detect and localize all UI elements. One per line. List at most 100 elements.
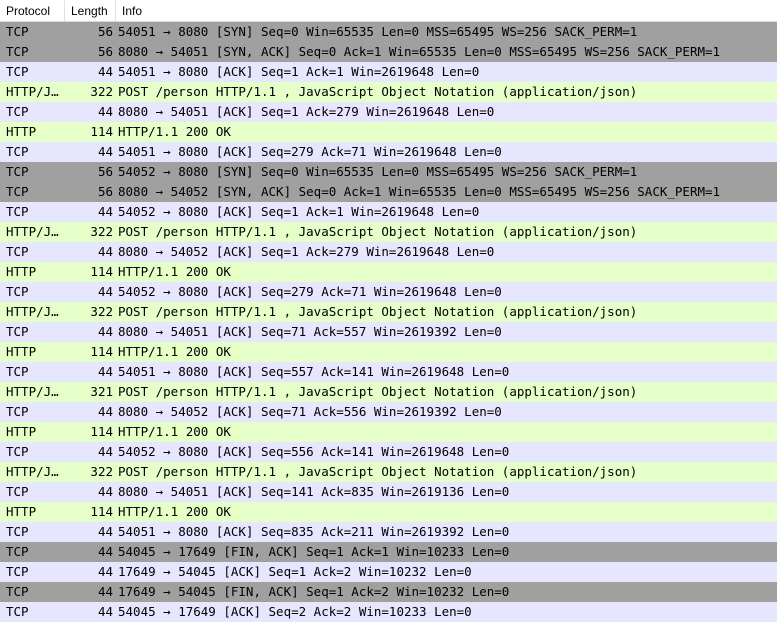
packet-info: 8080 → 54052 [ACK] Seq=1 Ack=279 Win=261… [118, 244, 495, 259]
packet-length: 44 [97, 104, 113, 119]
packet-row[interactable]: TCP 44 54052 → 8080 [ACK] Seq=279 Ack=71 W… [0, 282, 777, 302]
packet-length: 322 [90, 464, 113, 479]
packet-row[interactable]: TCP 44 54051 → 8080 [ACK] Seq=557 Ack=141 … [0, 362, 777, 382]
packet-length: 44 [97, 364, 113, 379]
packet-row[interactable]: TCP 56 54051 → 8080 [SYN] Seq=0 Win=65535 … [0, 22, 777, 42]
packet-row[interactable]: HTTP/J… 322 POST /person HTTP/1.1 , JavaSc… [0, 82, 777, 102]
packet-row[interactable]: HTTP/J… 321 POST /person HTTP/1.1 , JavaSc… [0, 382, 777, 402]
column-header-length[interactable]: Length [65, 0, 116, 21]
packet-info: POST /person HTTP/1.1 , JavaScript Objec… [118, 224, 638, 239]
packet-row[interactable]: TCP 44 17649 → 54045 [FIN, ACK] Seq=1 Ack=… [0, 582, 777, 602]
packet-protocol: HTTP [6, 504, 37, 519]
packet-length: 44 [97, 544, 113, 559]
packet-row[interactable]: TCP 44 8080 → 54051 [ACK] Seq=1 Ack=279 Wi… [0, 102, 777, 122]
packet-length: 44 [97, 144, 113, 159]
packet-info: 54052 → 8080 [SYN] Seq=0 Win=65535 Len=0… [118, 164, 638, 179]
packet-row[interactable]: TCP 44 54051 → 8080 [ACK] Seq=279 Ack=71 W… [0, 142, 777, 162]
packet-protocol: TCP [6, 584, 29, 599]
column-header-protocol[interactable]: Protocol [0, 0, 65, 21]
packet-info: 54045 → 17649 [FIN, ACK] Seq=1 Ack=1 Win… [118, 544, 510, 559]
packet-row[interactable]: TCP 44 54045 → 17649 [FIN, ACK] Seq=1 Ack=… [0, 542, 777, 562]
packet-protocol: TCP [6, 104, 29, 119]
packet-length: 44 [97, 324, 113, 339]
packet-row[interactable]: HTTP/J… 322 POST /person HTTP/1.1 , JavaSc… [0, 222, 777, 242]
packet-row[interactable]: HTTP 114 HTTP/1.1 200 OK [0, 262, 777, 282]
packet-protocol: HTTP/J… [6, 464, 59, 479]
packet-row[interactable]: HTTP 114 HTTP/1.1 200 OK [0, 422, 777, 442]
packet-list-header: Protocol Length Info [0, 0, 777, 22]
packet-row[interactable]: TCP 44 8080 → 54051 [ACK] Seq=71 Ack=557 W… [0, 322, 777, 342]
packet-length: 44 [97, 204, 113, 219]
packet-length: 114 [90, 344, 113, 359]
packet-protocol: TCP [6, 24, 29, 39]
packet-protocol: TCP [6, 244, 29, 259]
packet-protocol: HTTP/J… [6, 304, 59, 319]
packet-length: 44 [97, 564, 113, 579]
packet-length: 44 [97, 524, 113, 539]
packet-row[interactable]: TCP 44 8080 → 54052 [ACK] Seq=71 Ack=556 W… [0, 402, 777, 422]
packet-row[interactable]: HTTP 114 HTTP/1.1 200 OK [0, 502, 777, 522]
packet-protocol: HTTP [6, 344, 37, 359]
packet-protocol: TCP [6, 184, 29, 199]
packet-length: 321 [90, 384, 113, 399]
packet-protocol: TCP [6, 144, 29, 159]
packet-info: 54051 → 8080 [ACK] Seq=835 Ack=211 Win=2… [118, 524, 510, 539]
packet-length: 44 [97, 244, 113, 259]
packet-protocol: TCP [6, 44, 29, 59]
packet-info: 8080 → 54051 [ACK] Seq=71 Ack=557 Win=26… [118, 324, 502, 339]
packet-row[interactable]: TCP 44 54051 → 8080 [ACK] Seq=1 Ack=1 Win=… [0, 62, 777, 82]
packet-info: POST /person HTTP/1.1 , JavaScript Objec… [118, 304, 638, 319]
packet-protocol: HTTP [6, 264, 37, 279]
packet-row[interactable]: TCP 56 54052 → 8080 [SYN] Seq=0 Win=65535 … [0, 162, 777, 182]
packet-protocol: TCP [6, 64, 29, 79]
packet-row[interactable]: TCP 44 8080 → 54051 [ACK] Seq=141 Ack=835 … [0, 482, 777, 502]
packet-length: 44 [97, 444, 113, 459]
packet-length: 56 [97, 44, 113, 59]
packet-protocol: HTTP/J… [6, 84, 59, 99]
packet-info: HTTP/1.1 200 OK [118, 264, 231, 279]
packet-info: 54051 → 8080 [ACK] Seq=557 Ack=141 Win=2… [118, 364, 510, 379]
packet-info: 54051 → 8080 [ACK] Seq=1 Ack=1 Win=26196… [118, 64, 480, 79]
packet-row[interactable]: TCP 56 8080 → 54051 [SYN, ACK] Seq=0 Ack=1… [0, 42, 777, 62]
packet-protocol: TCP [6, 164, 29, 179]
packet-length: 114 [90, 264, 113, 279]
packet-row[interactable]: HTTP 114 HTTP/1.1 200 OK [0, 122, 777, 142]
packet-protocol: TCP [6, 444, 29, 459]
packet-protocol: TCP [6, 204, 29, 219]
packet-info: 8080 → 54052 [ACK] Seq=71 Ack=556 Win=26… [118, 404, 502, 419]
packet-protocol: HTTP [6, 124, 37, 139]
packet-info: 8080 → 54052 [SYN, ACK] Seq=0 Ack=1 Win=… [118, 184, 721, 199]
packet-row[interactable]: HTTP 114 HTTP/1.1 200 OK [0, 342, 777, 362]
packet-info: POST /person HTTP/1.1 , JavaScript Objec… [118, 84, 638, 99]
packet-row[interactable]: HTTP/J… 322 POST /person HTTP/1.1 , JavaSc… [0, 462, 777, 482]
packet-info: 54051 → 8080 [ACK] Seq=279 Ack=71 Win=26… [118, 144, 502, 159]
packet-length: 56 [97, 164, 113, 179]
packet-protocol: TCP [6, 604, 29, 619]
column-header-info[interactable]: Info [116, 0, 777, 21]
packet-info: POST /person HTTP/1.1 , JavaScript Objec… [118, 384, 638, 399]
packet-info: 54051 → 8080 [SYN] Seq=0 Win=65535 Len=0… [118, 24, 638, 39]
packet-protocol: TCP [6, 364, 29, 379]
packet-protocol: TCP [6, 484, 29, 499]
packet-row[interactable]: TCP 44 54052 → 8080 [ACK] Seq=556 Ack=141 … [0, 442, 777, 462]
packet-row[interactable]: TCP 44 54051 → 8080 [ACK] Seq=835 Ack=211 … [0, 522, 777, 542]
packet-row[interactable]: HTTP/J… 322 POST /person HTTP/1.1 , JavaSc… [0, 302, 777, 322]
packet-info: 54045 → 17649 [ACK] Seq=2 Ack=2 Win=1023… [118, 604, 472, 619]
packet-length: 322 [90, 304, 113, 319]
packet-length: 44 [97, 584, 113, 599]
packet-info: 54052 → 8080 [ACK] Seq=1 Ack=1 Win=26196… [118, 204, 480, 219]
packet-length: 56 [97, 184, 113, 199]
packet-info: POST /person HTTP/1.1 , JavaScript Objec… [118, 464, 638, 479]
packet-length: 44 [97, 284, 113, 299]
packet-info: 8080 → 54051 [ACK] Seq=1 Ack=279 Win=261… [118, 104, 495, 119]
packet-info: HTTP/1.1 200 OK [118, 124, 231, 139]
packet-rows: TCP 56 54051 → 8080 [SYN] Seq=0 Win=65535 … [0, 22, 777, 622]
packet-protocol: HTTP/J… [6, 384, 59, 399]
packet-row[interactable]: TCP 44 8080 → 54052 [ACK] Seq=1 Ack=279 Wi… [0, 242, 777, 262]
packet-row[interactable]: TCP 44 54052 → 8080 [ACK] Seq=1 Ack=1 Win=… [0, 202, 777, 222]
packet-row[interactable]: TCP 44 17649 → 54045 [ACK] Seq=1 Ack=2 Win… [0, 562, 777, 582]
packet-row[interactable]: TCP 44 54045 → 17649 [ACK] Seq=2 Ack=2 Win… [0, 602, 777, 622]
packet-length: 114 [90, 124, 113, 139]
packet-info: 54052 → 8080 [ACK] Seq=556 Ack=141 Win=2… [118, 444, 510, 459]
packet-row[interactable]: TCP 56 8080 → 54052 [SYN, ACK] Seq=0 Ack=1… [0, 182, 777, 202]
